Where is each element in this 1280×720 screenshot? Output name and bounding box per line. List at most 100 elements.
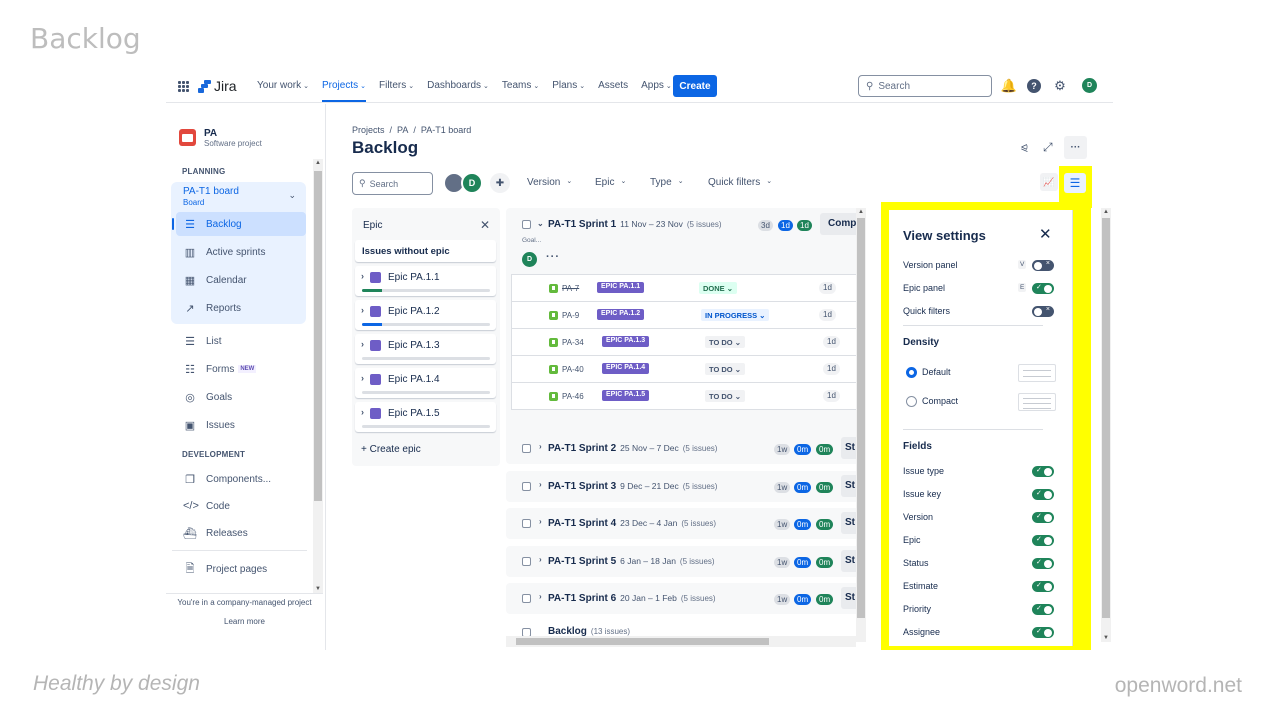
- issue-row[interactable]: PA-9 EPIC PA.1.2 IN PROGRESS ⌄ 1d: [512, 302, 862, 329]
- chevron-right-icon[interactable]: ›: [539, 517, 542, 526]
- epic-lozenge[interactable]: EPIC PA.1.2: [597, 309, 645, 320]
- scroll-up-icon[interactable]: ▲: [315, 160, 321, 166]
- nav-item-teams[interactable]: Teams ⌄: [502, 80, 539, 91]
- toggle-off[interactable]: ×: [1032, 260, 1054, 271]
- issue-key[interactable]: PA-46: [562, 392, 584, 401]
- page-scrollbar[interactable]: ▲ ▼: [1101, 208, 1111, 642]
- horizontal-scrollbar[interactable]: [506, 636, 856, 647]
- issue-key[interactable]: PA-34: [562, 338, 584, 347]
- breadcrumb-item[interactable]: PA-T1 board: [421, 125, 471, 135]
- sidebar-item-issues[interactable]: ▣ Issues: [176, 413, 306, 437]
- issue-row[interactable]: PA-34 EPIC PA.1.3 TO DO ⌄ 1d: [512, 329, 862, 356]
- help-icon[interactable]: ?: [1027, 79, 1041, 93]
- complete-sprint-button[interactable]: Compl: [820, 213, 860, 235]
- status-dropdown[interactable]: DONE ⌄: [699, 282, 738, 294]
- sprint-checkbox[interactable]: [522, 444, 531, 453]
- toggle-on[interactable]: ✓: [1032, 466, 1054, 477]
- sidebar-item-calendar[interactable]: ▦ Calendar: [176, 268, 306, 292]
- issues-without-epic[interactable]: Issues without epic: [355, 240, 496, 262]
- scroll-down-icon[interactable]: ▼: [315, 586, 321, 592]
- app-switcher-icon[interactable]: [178, 81, 189, 92]
- sidebar-item-releases[interactable]: ⛴ Releases: [176, 521, 306, 545]
- epic-item[interactable]: › Epic PA.1.3: [355, 334, 496, 364]
- create-button[interactable]: Create: [673, 75, 717, 97]
- chevron-right-icon[interactable]: ›: [539, 480, 542, 489]
- toggle-off[interactable]: ×: [1032, 306, 1054, 317]
- main-scrollbar[interactable]: ▲: [856, 208, 866, 642]
- toggle-on[interactable]: ✓: [1032, 512, 1054, 523]
- scrollbar-thumb[interactable]: [314, 171, 322, 501]
- sidebar-scrollbar[interactable]: ▲ ▼: [313, 159, 323, 593]
- toggle-on[interactable]: ✓: [1032, 627, 1054, 638]
- fullscreen-icon[interactable]: ⤢: [1043, 140, 1053, 155]
- backlog-checkbox[interactable]: [522, 628, 531, 636]
- nav-item-dashboards[interactable]: Dashboards ⌄: [427, 80, 489, 91]
- status-dropdown[interactable]: TO DO ⌄: [705, 336, 745, 348]
- scrollbar-thumb[interactable]: [1102, 218, 1110, 618]
- sprint-assignee-avatar[interactable]: D: [522, 252, 537, 267]
- epic-lozenge[interactable]: EPIC PA.1.4: [602, 363, 650, 374]
- insights-icon[interactable]: 📈: [1040, 173, 1058, 191]
- epic-item[interactable]: › Epic PA.1.1: [355, 266, 496, 296]
- close-icon[interactable]: ✕: [1039, 225, 1052, 243]
- project-name[interactable]: PA: [204, 128, 217, 139]
- epic-lozenge[interactable]: EPIC PA.1.1: [597, 282, 645, 293]
- toggle-on[interactable]: ✓: [1032, 489, 1054, 500]
- epic-lozenge[interactable]: EPIC PA.1.5: [602, 390, 650, 401]
- assignee-avatar[interactable]: D: [461, 172, 483, 194]
- chevron-right-icon[interactable]: ›: [539, 592, 542, 601]
- epic-item[interactable]: › Epic PA.1.4: [355, 368, 496, 398]
- issue-row[interactable]: PA-40 EPIC PA.1.4 TO DO ⌄ 1d: [512, 356, 862, 383]
- sprint-checkbox[interactable]: [522, 519, 531, 528]
- chevron-right-icon[interactable]: ›: [539, 555, 542, 564]
- toggle-on[interactable]: ✓: [1032, 535, 1054, 546]
- chevron-right-icon[interactable]: ›: [361, 407, 364, 417]
- sprint-checkbox[interactable]: [522, 481, 531, 491]
- toggle-on[interactable]: ✓: [1032, 604, 1054, 615]
- create-epic-button[interactable]: + Create epic: [361, 444, 421, 455]
- sidebar-item-reports[interactable]: ↗ Reports: [176, 296, 306, 320]
- nav-item-your-work[interactable]: Your work ⌄: [257, 80, 309, 91]
- filter-type[interactable]: Type ⌄: [650, 177, 684, 188]
- issue-row[interactable]: PA-46 EPIC PA.1.5 TO DO ⌄ 1d: [512, 383, 862, 410]
- toggle-on[interactable]: ✓: [1032, 558, 1054, 569]
- scrollbar-thumb[interactable]: [516, 638, 769, 645]
- user-avatar[interactable]: D: [1082, 78, 1097, 93]
- chevron-right-icon[interactable]: ›: [361, 305, 364, 315]
- sidebar-item-components[interactable]: ❐ Components...: [176, 467, 306, 491]
- filter-epic[interactable]: Epic ⌄: [595, 177, 626, 188]
- jira-logo[interactable]: Jira: [198, 78, 237, 94]
- nav-item-assets[interactable]: Assets: [598, 80, 628, 91]
- epic-item[interactable]: › Epic PA.1.2: [355, 300, 496, 330]
- add-people-icon[interactable]: ✚: [490, 173, 510, 193]
- breadcrumb-item[interactable]: Projects: [352, 125, 385, 135]
- scroll-down-icon[interactable]: ▼: [1103, 635, 1109, 641]
- settings-icon[interactable]: ⚙: [1053, 78, 1067, 93]
- nav-item-apps[interactable]: Apps ⌄: [641, 80, 672, 91]
- sprint-checkbox[interactable]: [522, 556, 531, 566]
- density-radio-compact[interactable]: [906, 396, 917, 407]
- density-radio-default[interactable]: [906, 367, 917, 378]
- status-dropdown[interactable]: TO DO ⌄: [705, 363, 745, 375]
- sidebar-item-backlog[interactable]: ☰ Backlog: [172, 212, 306, 236]
- board-name[interactable]: PA-T1 board: [183, 186, 239, 197]
- epic-item[interactable]: › Epic PA.1.5: [355, 402, 496, 432]
- issue-key[interactable]: PA-7: [562, 284, 579, 293]
- filter-version[interactable]: Version ⌄: [527, 177, 572, 188]
- filter-quick-filters[interactable]: Quick filters ⌄: [708, 177, 772, 188]
- sidebar-item-code[interactable]: </> Code: [176, 494, 306, 518]
- share-icon[interactable]: ⪨: [1021, 140, 1028, 155]
- sidebar-item-forms[interactable]: ☷ Forms NEW: [176, 357, 306, 381]
- scroll-up-icon[interactable]: ▲: [1103, 209, 1109, 215]
- status-dropdown[interactable]: IN PROGRESS ⌄: [701, 309, 770, 321]
- scrollbar-thumb[interactable]: [857, 218, 865, 618]
- chevron-right-icon[interactable]: ›: [539, 442, 542, 451]
- chevron-right-icon[interactable]: ›: [361, 373, 364, 383]
- epic-lozenge[interactable]: EPIC PA.1.3: [602, 336, 650, 347]
- issue-key[interactable]: PA-9: [562, 311, 579, 320]
- issue-key[interactable]: PA-40: [562, 365, 584, 374]
- chevron-down-icon[interactable]: ⌄: [288, 190, 296, 201]
- issue-row[interactable]: PA-7 EPIC PA.1.1 DONE ⌄ 1d: [512, 275, 862, 302]
- chevron-right-icon[interactable]: ›: [361, 339, 364, 349]
- nav-item-plans[interactable]: Plans ⌄: [552, 80, 585, 91]
